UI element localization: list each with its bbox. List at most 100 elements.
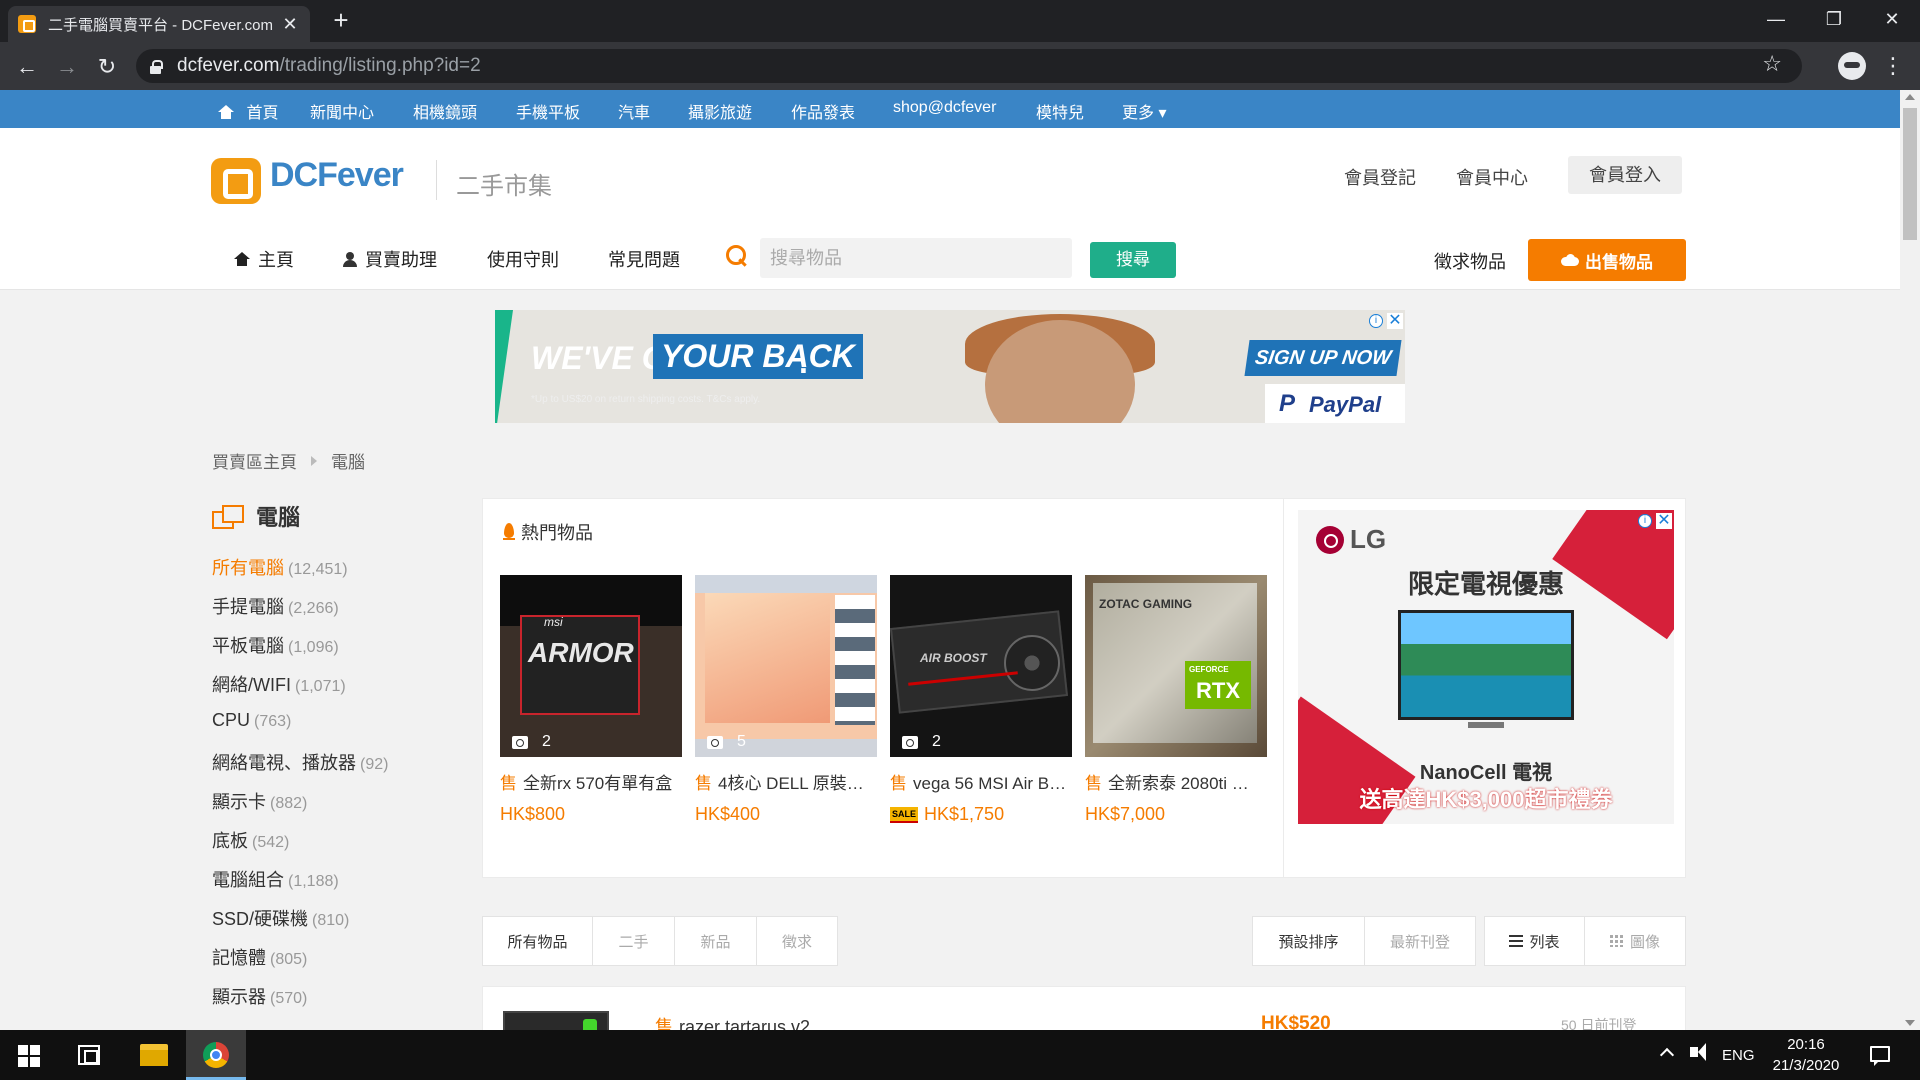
scrollbar-thumb[interactable] xyxy=(1903,108,1917,240)
taskbar-file-explorer[interactable] xyxy=(124,1030,184,1080)
hot-item-card[interactable]: ZOTAC GAMING RTX 售全新索泰 2080ti … HK$7,000 xyxy=(1085,575,1267,825)
site-nav-more[interactable]: 更多 ▾ xyxy=(1122,99,1166,123)
bookmark-star-icon[interactable]: ☆ xyxy=(1762,51,1782,77)
adchoices-icon[interactable]: i xyxy=(1638,514,1652,528)
hot-item-title[interactable]: 售 vega 56 MSI Air B… xyxy=(890,769,1072,794)
site-nav-models[interactable]: 模特兒 xyxy=(1036,99,1084,123)
view-list-button[interactable]: 列表 xyxy=(1485,917,1585,965)
windows-start-icon[interactable] xyxy=(18,1045,40,1067)
category-item-motherboard[interactable]: 底板 (542) xyxy=(212,827,388,866)
lg-side-ad[interactable]: LG 限定電視優惠 NanoCell 電視 送高達HK$3,000超市禮券 i … xyxy=(1298,510,1674,824)
scroll-up-icon[interactable] xyxy=(1905,94,1915,100)
ad-close-icon[interactable]: ✕ xyxy=(1387,313,1403,329)
wanted-items-link[interactable]: 徵求物品 xyxy=(1434,248,1506,274)
category-item-storage[interactable]: SSD/硬碟機 (810) xyxy=(212,905,388,944)
sort-default[interactable]: 預設排序 xyxy=(1253,917,1365,965)
thumb-text: ZOTAC GAMING xyxy=(1099,597,1193,611)
reload-button[interactable]: ↻ xyxy=(92,52,122,82)
sort-latest[interactable]: 最新刊登 xyxy=(1365,917,1475,965)
hot-item-title[interactable]: 售 4核心 DELL 原裝… xyxy=(695,769,877,794)
scroll-down-icon[interactable] xyxy=(1905,1020,1915,1026)
hot-item-title-text: 全新rx 570有單有盒 xyxy=(523,774,673,793)
hot-item-thumbnail[interactable]: ZOTAC GAMING RTX xyxy=(1085,575,1267,757)
site-nav-news[interactable]: 新聞中心 xyxy=(310,99,374,123)
page-scrollbar[interactable] xyxy=(1900,90,1920,1030)
filter-new[interactable]: 新品 xyxy=(675,917,757,965)
adchoices-icon[interactable]: i xyxy=(1369,314,1383,328)
photo-count: 2 xyxy=(932,733,941,750)
hot-item-card[interactable]: msi ARMOR 2 售全新rx 570有單有盒 HK$800 xyxy=(500,575,682,825)
taskbar-chrome[interactable] xyxy=(186,1030,246,1080)
logo-text[interactable]: DCFever xyxy=(270,156,404,195)
tab-close-icon[interactable]: ✕ xyxy=(280,14,300,35)
breadcrumb-home[interactable]: 買賣區主頁 xyxy=(212,448,297,473)
dcfever-logo-icon[interactable] xyxy=(211,158,261,204)
ad-signup-button[interactable]: SIGN UP NOW xyxy=(1244,340,1402,376)
close-window-button[interactable]: ✕ xyxy=(1864,0,1920,40)
sale-tag: 售 xyxy=(695,774,712,793)
tray-overflow-chevron-icon[interactable] xyxy=(1659,1047,1675,1063)
hot-item-title[interactable]: 售全新rx 570有單有盒 xyxy=(500,769,682,794)
hot-item-thumbnail[interactable]: 5 xyxy=(695,575,877,757)
main-nav-rules[interactable]: 使用守則 xyxy=(487,246,559,272)
volume-icon[interactable] xyxy=(1690,1043,1706,1061)
minimize-button[interactable]: — xyxy=(1748,0,1804,40)
category-item-media-player[interactable]: 網絡電視、播放器 (92) xyxy=(212,749,388,788)
input-language[interactable]: ENG xyxy=(1722,1030,1755,1080)
forward-button[interactable]: → xyxy=(52,52,82,82)
thumb-text: AIR BOOST xyxy=(920,651,987,665)
category-item-monitor[interactable]: 顯示器 (570) xyxy=(212,983,388,1022)
back-button[interactable]: ← xyxy=(12,52,42,82)
sell-item-button[interactable]: 出售物品 xyxy=(1528,239,1686,281)
hot-item-card[interactable]: 5 售 4核心 DELL 原裝… HK$400 xyxy=(695,575,877,825)
category-item-cpu[interactable]: CPU (763) xyxy=(212,710,388,749)
main-nav-home[interactable]: 主頁 xyxy=(234,246,294,272)
incognito-profile-icon[interactable] xyxy=(1838,52,1866,80)
view-grid-button[interactable]: 圖像 xyxy=(1585,917,1685,965)
search-input[interactable] xyxy=(760,238,1072,278)
browser-menu-icon[interactable]: ⋮ xyxy=(1882,52,1904,82)
hot-item-price: HK$7,000 xyxy=(1085,804,1267,825)
browser-tab[interactable]: 二手電腦買賣平台 - DCFever.com ✕ xyxy=(8,6,310,42)
breadcrumb-current[interactable]: 電腦 xyxy=(331,448,365,473)
new-tab-button[interactable]: + xyxy=(326,6,356,36)
site-nav-travel[interactable]: 攝影旅遊 xyxy=(688,99,752,123)
login-button[interactable]: 會員登入 xyxy=(1568,156,1682,194)
site-nav-mobile[interactable]: 手機平板 xyxy=(516,99,580,123)
main-nav-assistant[interactable]: 買賣助理 xyxy=(343,246,437,272)
site-nav-auto[interactable]: 汽車 xyxy=(618,99,650,123)
hot-item-thumbnail[interactable]: AIR BOOST 2 xyxy=(890,575,1072,757)
filter-all-items[interactable]: 所有物品 xyxy=(483,917,593,965)
site-nav-gallery[interactable]: 作品發表 xyxy=(791,99,855,123)
hot-item-thumbnail[interactable]: msi ARMOR 2 xyxy=(500,575,682,757)
hot-item-title-text: vega 56 MSI Air B… xyxy=(913,774,1067,793)
register-link[interactable]: 會員登記 xyxy=(1344,164,1416,190)
member-center-link[interactable]: 會員中心 xyxy=(1456,164,1528,190)
restore-button[interactable]: ❐ xyxy=(1806,0,1862,40)
category-item-tablet[interactable]: 平板電腦 (1,096) xyxy=(212,632,388,671)
paypal-banner-ad[interactable]: WE'VE GOT YOUR BACK . *Up to US$20 on re… xyxy=(495,310,1405,423)
site-nav-shop[interactable]: shop@dcfever xyxy=(893,99,996,117)
ad-close-icon[interactable]: ✕ xyxy=(1656,513,1672,529)
category-item-memory[interactable]: 記憶體 (805) xyxy=(212,944,388,983)
category-item-laptop[interactable]: 手提電腦 (2,266) xyxy=(212,593,388,632)
hot-item-title[interactable]: 售全新索泰 2080ti … xyxy=(1085,769,1267,794)
ad-dot: . xyxy=(799,344,808,380)
main-nav-faq[interactable]: 常見問題 xyxy=(608,246,680,272)
category-item-gpu[interactable]: 顯示卡 (882) xyxy=(212,788,388,827)
site-nav-cameras[interactable]: 相機鏡頭 xyxy=(413,99,477,123)
site-nav-home[interactable]: 首頁 xyxy=(218,99,278,123)
address-bar[interactable]: dcfever.com /trading/listing.php?id=2 ☆ xyxy=(136,49,1802,83)
hot-item-card[interactable]: AIR BOOST 2 售 vega 56 MSI Air B… SALE HK$1… xyxy=(890,575,1072,825)
category-item-pc-build[interactable]: 電腦組合 (1,188) xyxy=(212,866,388,905)
lock-icon[interactable] xyxy=(150,59,163,74)
filter-wanted[interactable]: 徵求 xyxy=(757,917,837,965)
section-title[interactable]: 二手市集 xyxy=(456,166,552,201)
category-item-all[interactable]: 所有電腦 (12,451) xyxy=(212,554,388,593)
task-view-icon[interactable] xyxy=(78,1045,100,1065)
filter-used[interactable]: 二手 xyxy=(593,917,675,965)
category-item-network[interactable]: 網絡/WIFI (1,071) xyxy=(212,671,388,710)
taskbar-clock[interactable]: 20:16 21/3/2020 xyxy=(1766,1034,1846,1076)
search-button[interactable]: 搜尋 xyxy=(1090,242,1176,278)
notification-center-icon[interactable] xyxy=(1870,1046,1890,1066)
